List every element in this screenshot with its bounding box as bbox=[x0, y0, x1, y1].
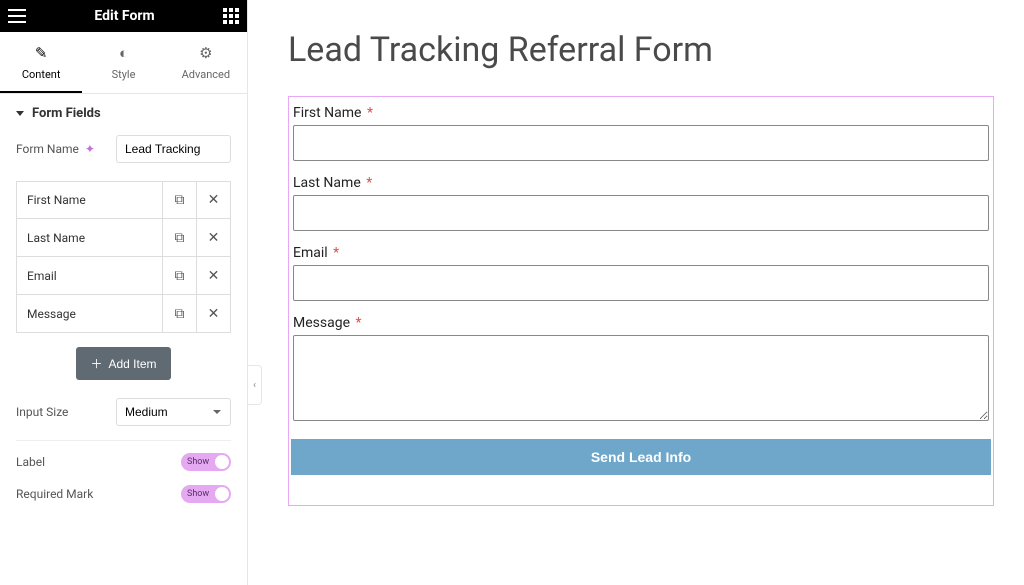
contrast-icon: ◐ bbox=[82, 44, 164, 62]
sparkle-icon[interactable]: ✦ bbox=[85, 142, 95, 156]
input-size-label: Input Size bbox=[16, 405, 68, 419]
required-mark-row: Required Mark Show bbox=[16, 485, 231, 503]
field-label: Message bbox=[17, 295, 162, 332]
duplicate-icon[interactable]: ⧉ bbox=[162, 257, 196, 294]
required-mark: * bbox=[333, 245, 339, 261]
field-list: First Name ⧉ ✕ Last Name ⧉ ✕ Email ⧉ ✕ M… bbox=[16, 181, 231, 333]
field-label-email: Email * bbox=[293, 245, 989, 261]
tab-content[interactable]: ✎ Content bbox=[0, 32, 82, 93]
form-name-label: Form Name ✦ bbox=[16, 142, 95, 156]
input-size-select[interactable]: Medium bbox=[116, 398, 231, 426]
field-label: Email bbox=[17, 257, 162, 294]
field-label-message: Message * bbox=[293, 315, 989, 331]
required-mark: * bbox=[367, 105, 373, 121]
required-mark-label: Required Mark bbox=[16, 487, 93, 501]
sidebar-header: Edit Form bbox=[0, 0, 247, 32]
close-icon[interactable]: ✕ bbox=[196, 257, 230, 294]
tab-advanced-label: Advanced bbox=[165, 68, 247, 81]
section-form-fields: Form Fields Form Name ✦ First Name ⧉ ✕ L… bbox=[0, 94, 247, 513]
section-title: Form Fields bbox=[32, 106, 101, 121]
close-icon[interactable]: ✕ bbox=[196, 219, 230, 256]
pencil-icon: ✎ bbox=[0, 44, 82, 62]
editor-sidebar: Edit Form ✎ Content ◐ Style ⚙ Advanced F… bbox=[0, 0, 248, 585]
first-name-input[interactable] bbox=[293, 125, 989, 161]
caret-down-icon bbox=[16, 111, 24, 116]
gear-icon: ⚙ bbox=[165, 44, 247, 62]
label-toggle-row: Label Show bbox=[16, 453, 231, 471]
tab-style[interactable]: ◐ Style bbox=[82, 32, 164, 93]
tab-style-label: Style bbox=[82, 68, 164, 81]
duplicate-icon[interactable]: ⧉ bbox=[162, 182, 196, 218]
add-item-label: Add Item bbox=[108, 357, 156, 371]
tab-advanced[interactable]: ⚙ Advanced bbox=[165, 32, 247, 93]
divider bbox=[16, 440, 231, 441]
field-row-message[interactable]: Message ⧉ ✕ bbox=[16, 295, 231, 333]
required-mark-toggle[interactable]: Show bbox=[181, 485, 231, 503]
tab-content-label: Content bbox=[0, 68, 82, 81]
menu-icon[interactable] bbox=[8, 9, 26, 23]
field-label-last-name: Last Name * bbox=[293, 175, 989, 191]
editor-tabs: ✎ Content ◐ Style ⚙ Advanced bbox=[0, 32, 247, 94]
last-name-input[interactable] bbox=[293, 195, 989, 231]
field-label: Last Name bbox=[17, 219, 162, 256]
form-body: First Name * Last Name * Email * bbox=[289, 97, 993, 505]
required-mark: * bbox=[355, 315, 361, 331]
add-item-button[interactable]: ＋ Add Item bbox=[76, 347, 170, 380]
toggle-knob-icon bbox=[215, 487, 229, 501]
field-row-email[interactable]: Email ⧉ ✕ bbox=[16, 257, 231, 295]
submit-button[interactable]: Send Lead Info bbox=[291, 439, 991, 475]
apps-icon[interactable] bbox=[223, 8, 239, 24]
email-input[interactable] bbox=[293, 265, 989, 301]
form-widget[interactable]: First Name * Last Name * Email * bbox=[288, 96, 994, 506]
form-name-row: Form Name ✦ bbox=[16, 135, 231, 163]
close-icon[interactable]: ✕ bbox=[196, 295, 230, 332]
duplicate-icon[interactable]: ⧉ bbox=[162, 219, 196, 256]
widget-title: Edit Form bbox=[94, 8, 154, 24]
page-title: Lead Tracking Referral Form bbox=[288, 30, 994, 70]
form-group-last-name: Last Name * bbox=[291, 175, 991, 231]
input-size-row: Input Size Medium bbox=[16, 398, 231, 426]
form-group-message: Message * bbox=[291, 315, 991, 425]
field-row-last-name[interactable]: Last Name ⧉ ✕ bbox=[16, 219, 231, 257]
message-textarea[interactable] bbox=[293, 335, 989, 421]
field-label: First Name bbox=[17, 182, 162, 218]
label-label: Label bbox=[16, 455, 45, 469]
section-header[interactable]: Form Fields bbox=[16, 106, 231, 121]
form-group-email: Email * bbox=[291, 245, 991, 301]
duplicate-icon[interactable]: ⧉ bbox=[162, 295, 196, 332]
field-row-first-name[interactable]: First Name ⧉ ✕ bbox=[16, 181, 231, 219]
toggle-knob-icon bbox=[215, 455, 229, 469]
label-toggle[interactable]: Show bbox=[181, 453, 231, 471]
field-label-first-name: First Name * bbox=[293, 105, 989, 121]
plus-icon: ＋ bbox=[90, 355, 102, 372]
preview-canvas: Lead Tracking Referral Form First Name *… bbox=[248, 0, 1024, 585]
form-group-first-name: First Name * bbox=[291, 105, 991, 161]
form-name-input[interactable] bbox=[116, 135, 231, 163]
close-icon[interactable]: ✕ bbox=[196, 182, 230, 218]
required-mark: * bbox=[366, 175, 372, 191]
